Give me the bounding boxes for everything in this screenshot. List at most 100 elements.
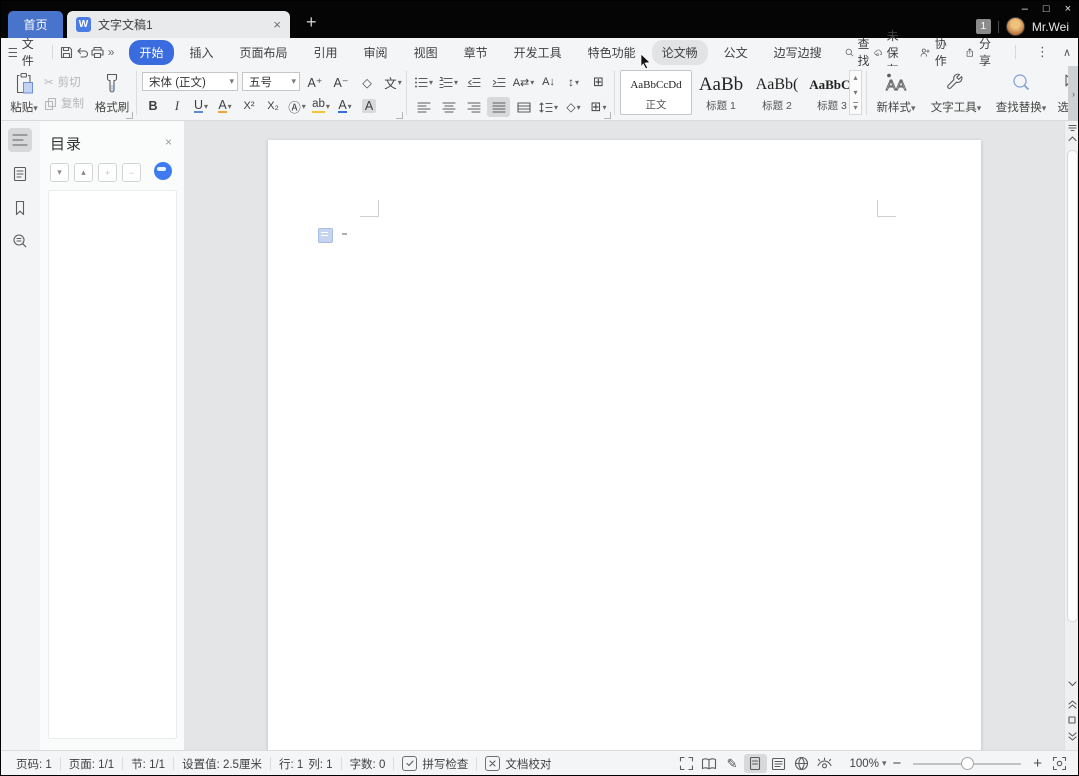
increase-indent-button[interactable] — [487, 72, 510, 92]
notes-panel-button[interactable] — [8, 162, 32, 186]
circled-character-button[interactable]: Ⓐ▾ — [286, 96, 308, 116]
menu-tab-page-layout[interactable]: 页面布局 — [230, 40, 298, 65]
font-name-combo[interactable]: 宋体 (正文)▾ — [142, 72, 238, 91]
menu-tab-write-search[interactable]: 边写边搜 — [764, 40, 832, 65]
justify-button[interactable] — [487, 97, 510, 117]
spell-check-toggle[interactable]: 拼写检查 — [394, 756, 476, 772]
menu-tab-special-features[interactable]: 特色功能 — [578, 40, 646, 65]
collapse-all-button[interactable]: ▴ — [74, 163, 93, 182]
bold-button[interactable]: B — [142, 96, 164, 116]
paragraph-layout-button[interactable]: ↕▾ — [562, 72, 585, 92]
status-margin-setting[interactable]: 设置值: 2.5厘米 — [174, 756, 270, 772]
document-proof-toggle[interactable]: 文档校对 — [477, 756, 559, 772]
document-tab[interactable]: W 文字文稿1 × — [67, 11, 290, 38]
vertical-scrollbar[interactable] — [1064, 121, 1079, 750]
ribbon-expand-strip[interactable]: › — [1068, 66, 1079, 121]
clear-format-button[interactable]: ◇ — [356, 72, 378, 92]
eye-protect-button[interactable] — [813, 754, 836, 773]
align-left-button[interactable] — [412, 97, 435, 117]
bookmark-panel-button[interactable] — [8, 196, 32, 220]
close-button[interactable]: × — [1065, 3, 1071, 15]
decrease-font-button[interactable]: A⁻ — [330, 72, 352, 92]
text-frame-button[interactable]: ⊞ — [587, 72, 610, 92]
highlight-button[interactable]: ab▾ — [310, 96, 332, 116]
more-quick-actions-icon[interactable]: » — [108, 45, 115, 59]
menu-tab-paper-helper[interactable]: 论文畅 — [652, 40, 708, 65]
italic-button[interactable]: I — [166, 96, 188, 116]
ruler-toggle-icon[interactable] — [1065, 124, 1079, 132]
character-shading-button[interactable]: A — [358, 96, 380, 116]
line-spacing-button[interactable]: ▾ — [537, 97, 560, 117]
sort-button[interactable]: A↓ — [537, 72, 560, 92]
demote-button[interactable]: − — [122, 163, 141, 182]
undo-button[interactable] — [74, 42, 90, 62]
new-style-button[interactable]: AA 新样式▾ — [872, 69, 920, 117]
web-layout-button[interactable] — [790, 754, 813, 773]
panel-close-icon[interactable]: × — [165, 135, 172, 149]
character-scale-button[interactable]: A⇄▾ — [512, 72, 535, 92]
collapse-ribbon-icon[interactable]: ∧ — [1063, 46, 1071, 59]
scroll-down-icon[interactable] — [1065, 681, 1079, 687]
style-heading1[interactable]: AaBb 标题 1 — [694, 70, 748, 115]
style-normal[interactable]: AaBbCcDd 正文 — [620, 70, 692, 115]
numbered-list-button[interactable]: ▾ — [437, 72, 460, 92]
decrease-indent-button[interactable] — [462, 72, 485, 92]
fullscreen-button[interactable] — [675, 754, 698, 773]
zoom-in-button[interactable]: + — [1033, 755, 1042, 772]
outline-view-button[interactable] — [767, 754, 790, 773]
style-gallery-scroll[interactable]: ▴ ▾ ▾ — [849, 70, 862, 115]
menu-tab-home[interactable]: 开始 — [129, 40, 173, 65]
zoom-level[interactable]: 100%▾ — [850, 758, 887, 770]
find-replace-button[interactable]: 查找替换▾ — [990, 69, 1052, 117]
promote-button[interactable]: + — [98, 163, 117, 182]
collaborate-button[interactable]: 协作 — [920, 35, 951, 69]
new-tab-button[interactable]: + — [306, 12, 317, 33]
save-button[interactable] — [59, 42, 75, 62]
home-tab-button[interactable]: 首页 — [8, 11, 63, 38]
document-page[interactable] — [268, 140, 981, 750]
increase-font-button[interactable]: A⁺ — [304, 72, 326, 92]
font-color-button[interactable]: A▾ — [334, 96, 356, 116]
smart-outline-toggle[interactable] — [154, 162, 172, 180]
zoom-slider[interactable] — [913, 763, 1021, 765]
status-word-count[interactable]: 字数: 0 — [342, 756, 394, 772]
menu-tab-references[interactable]: 引用 — [304, 40, 348, 65]
menu-tab-official-doc[interactable]: 公文 — [714, 40, 758, 65]
write-mode-button[interactable]: ✎ — [721, 754, 744, 773]
subscript-button[interactable]: X₂ — [262, 96, 284, 116]
file-menu-button[interactable]: 文件 — [8, 35, 38, 69]
next-page-icon[interactable] — [1065, 732, 1079, 741]
align-right-button[interactable] — [462, 97, 485, 117]
share-button[interactable]: 分享 — [965, 35, 995, 69]
zoom-out-button[interactable]: − — [892, 755, 901, 772]
smart-assistant-icon[interactable] — [318, 228, 333, 243]
more-options-icon[interactable]: ⋮ — [1036, 44, 1049, 60]
zoom-slider-thumb[interactable] — [961, 757, 974, 770]
align-center-button[interactable] — [437, 97, 460, 117]
expand-all-button[interactable]: ▾ — [50, 163, 69, 182]
tab-close-icon[interactable]: × — [273, 17, 281, 32]
minimize-button[interactable]: – — [1022, 3, 1028, 15]
style-heading2[interactable]: AaBb( 标题 2 — [750, 70, 804, 115]
find-button[interactable]: 查找 — [845, 35, 874, 69]
pinyin-guide-button[interactable]: 文▾ — [382, 72, 404, 92]
menu-tab-dev-tools[interactable]: 开发工具 — [504, 40, 572, 65]
menu-tab-section[interactable]: 章节 — [454, 40, 498, 65]
copy-button[interactable]: 复制 — [44, 95, 84, 111]
text-tool-button[interactable]: 文字工具▾ — [928, 69, 984, 117]
status-page-number[interactable]: 页码: 1 — [8, 756, 60, 772]
status-section[interactable]: 节: 1/1 — [123, 756, 173, 772]
previous-page-icon[interactable] — [1065, 700, 1079, 709]
menu-tab-insert[interactable]: 插入 — [180, 40, 224, 65]
distribute-button[interactable] — [512, 97, 535, 117]
document-canvas[interactable] — [185, 121, 1064, 750]
print-layout-button[interactable] — [744, 754, 767, 773]
read-mode-button[interactable] — [698, 754, 721, 773]
shading-button[interactable]: ◇▾ — [562, 97, 585, 117]
font-size-combo[interactable]: 五号▾ — [242, 72, 300, 91]
fit-page-button[interactable] — [1048, 754, 1071, 773]
print-button[interactable] — [90, 42, 106, 62]
superscript-button[interactable]: X² — [238, 96, 260, 116]
cut-button[interactable]: ✂ 剪切 — [44, 74, 84, 90]
select-browse-object-icon[interactable] — [1065, 716, 1079, 724]
